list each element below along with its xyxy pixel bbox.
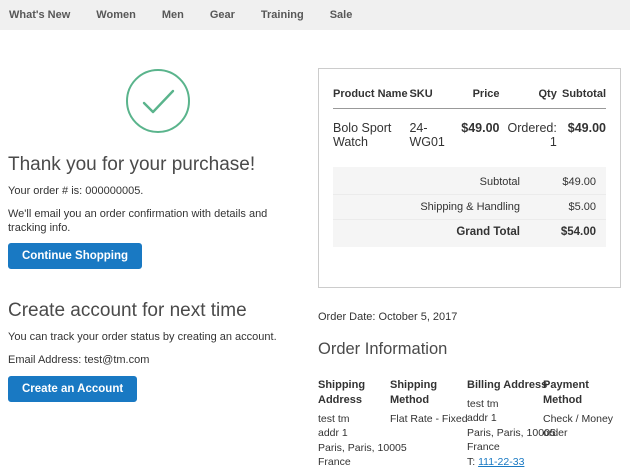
shipping-address-country: France bbox=[318, 455, 390, 469]
col-header-sku: SKU bbox=[409, 82, 447, 109]
nav-item-gear[interactable]: Gear bbox=[197, 9, 248, 21]
shipping-handling-label: Shipping & Handling bbox=[343, 201, 544, 213]
success-column: Thank you for your purchase! Your order … bbox=[8, 30, 308, 402]
nav-item-sale[interactable]: Sale bbox=[317, 9, 366, 21]
item-price: $49.00 bbox=[448, 109, 500, 160]
shipping-address-street: addr 1 bbox=[318, 426, 390, 440]
totals-row-shipping: Shipping & Handling $5.00 bbox=[333, 195, 606, 220]
shipping-handling-value: $5.00 bbox=[544, 201, 596, 213]
nav-item-women[interactable]: Women bbox=[83, 9, 149, 21]
item-product-name: Bolo Sport Watch bbox=[333, 109, 409, 160]
billing-address-street: addr 1 bbox=[467, 411, 543, 425]
subtotal-value: $49.00 bbox=[544, 176, 596, 188]
shipping-address-block: Shipping Address test tm addr 1 Paris, P… bbox=[318, 378, 390, 470]
order-summary-box: Product Name SKU Price Qty Subtotal Bolo… bbox=[318, 68, 621, 288]
col-header-qty: Qty bbox=[500, 82, 557, 109]
item-subtotal: $49.00 bbox=[557, 109, 606, 160]
page-title: Thank you for your purchase! bbox=[8, 154, 308, 176]
col-header-subtotal: Subtotal bbox=[557, 82, 606, 109]
email-confirmation-note: We'll email you an order confirmation wi… bbox=[8, 208, 308, 236]
nav-item-training[interactable]: Training bbox=[248, 9, 317, 21]
billing-address-country: France bbox=[467, 440, 543, 454]
payment-method-value: Check / Money order bbox=[543, 412, 621, 441]
payment-method-title: Payment Method bbox=[543, 378, 621, 408]
billing-address-block: Billing Address test tm addr 1 Paris, Pa… bbox=[467, 378, 543, 470]
shipping-method-title: Shipping Method bbox=[390, 378, 467, 408]
order-number-text: Your order # is: 000000005. bbox=[8, 185, 308, 199]
phone-link[interactable]: 111-22-33 bbox=[478, 456, 524, 468]
order-items-table: Product Name SKU Price Qty Subtotal Bolo… bbox=[333, 82, 606, 159]
items-header-row: Product Name SKU Price Qty Subtotal bbox=[333, 82, 606, 109]
item-qty: Ordered: 1 bbox=[500, 109, 557, 160]
order-totals: Subtotal $49.00 Shipping & Handling $5.0… bbox=[333, 167, 606, 247]
order-date: Order Date: October 5, 2017 bbox=[318, 311, 621, 323]
order-info-columns: Shipping Address test tm addr 1 Paris, P… bbox=[318, 378, 621, 470]
billing-address-title: Billing Address bbox=[467, 378, 543, 393]
create-account-note: You can track your order status by creat… bbox=[8, 331, 308, 345]
table-row: Bolo Sport Watch 24-WG01 $49.00 Ordered:… bbox=[333, 109, 606, 160]
billing-address-city: Paris, Paris, 10005 bbox=[467, 426, 543, 440]
main-nav: What's New Women Men Gear Training Sale bbox=[0, 0, 630, 30]
check-circle-icon bbox=[125, 68, 191, 134]
shipping-method-value: Flat Rate - Fixed bbox=[390, 412, 467, 426]
item-sku: 24-WG01 bbox=[409, 109, 447, 160]
col-header-product: Product Name bbox=[333, 82, 409, 109]
billing-address-name: test tm bbox=[467, 397, 543, 411]
success-check-wrap bbox=[8, 68, 308, 134]
shipping-address-name: test tm bbox=[318, 412, 390, 426]
shipping-address-title: Shipping Address bbox=[318, 378, 390, 408]
create-account-title: Create account for next time bbox=[8, 300, 308, 322]
email-address-line: Email Address: test@tm.com bbox=[8, 354, 308, 368]
col-header-price: Price bbox=[448, 82, 500, 109]
grand-total-value: $54.00 bbox=[544, 226, 596, 238]
totals-row-grand-total: Grand Total $54.00 bbox=[333, 220, 606, 244]
continue-shopping-button[interactable]: Continue Shopping bbox=[8, 243, 142, 269]
payment-method-block: Payment Method Check / Money order bbox=[543, 378, 621, 470]
billing-address-phone-line: T: 111-22-33 bbox=[467, 455, 543, 469]
totals-row-subtotal: Subtotal $49.00 bbox=[333, 170, 606, 195]
grand-total-label: Grand Total bbox=[343, 226, 544, 238]
subtotal-label: Subtotal bbox=[343, 176, 544, 188]
order-details-column: Product Name SKU Price Qty Subtotal Bolo… bbox=[318, 30, 621, 470]
create-account-button[interactable]: Create an Account bbox=[8, 376, 137, 402]
nav-item-whats-new[interactable]: What's New bbox=[0, 9, 83, 21]
shipping-address-city: Paris, Paris, 10005 bbox=[318, 441, 390, 455]
shipping-method-block: Shipping Method Flat Rate - Fixed bbox=[390, 378, 467, 470]
nav-item-men[interactable]: Men bbox=[149, 9, 197, 21]
order-information-title: Order Information bbox=[318, 340, 621, 359]
phone-prefix: T: bbox=[467, 456, 478, 468]
